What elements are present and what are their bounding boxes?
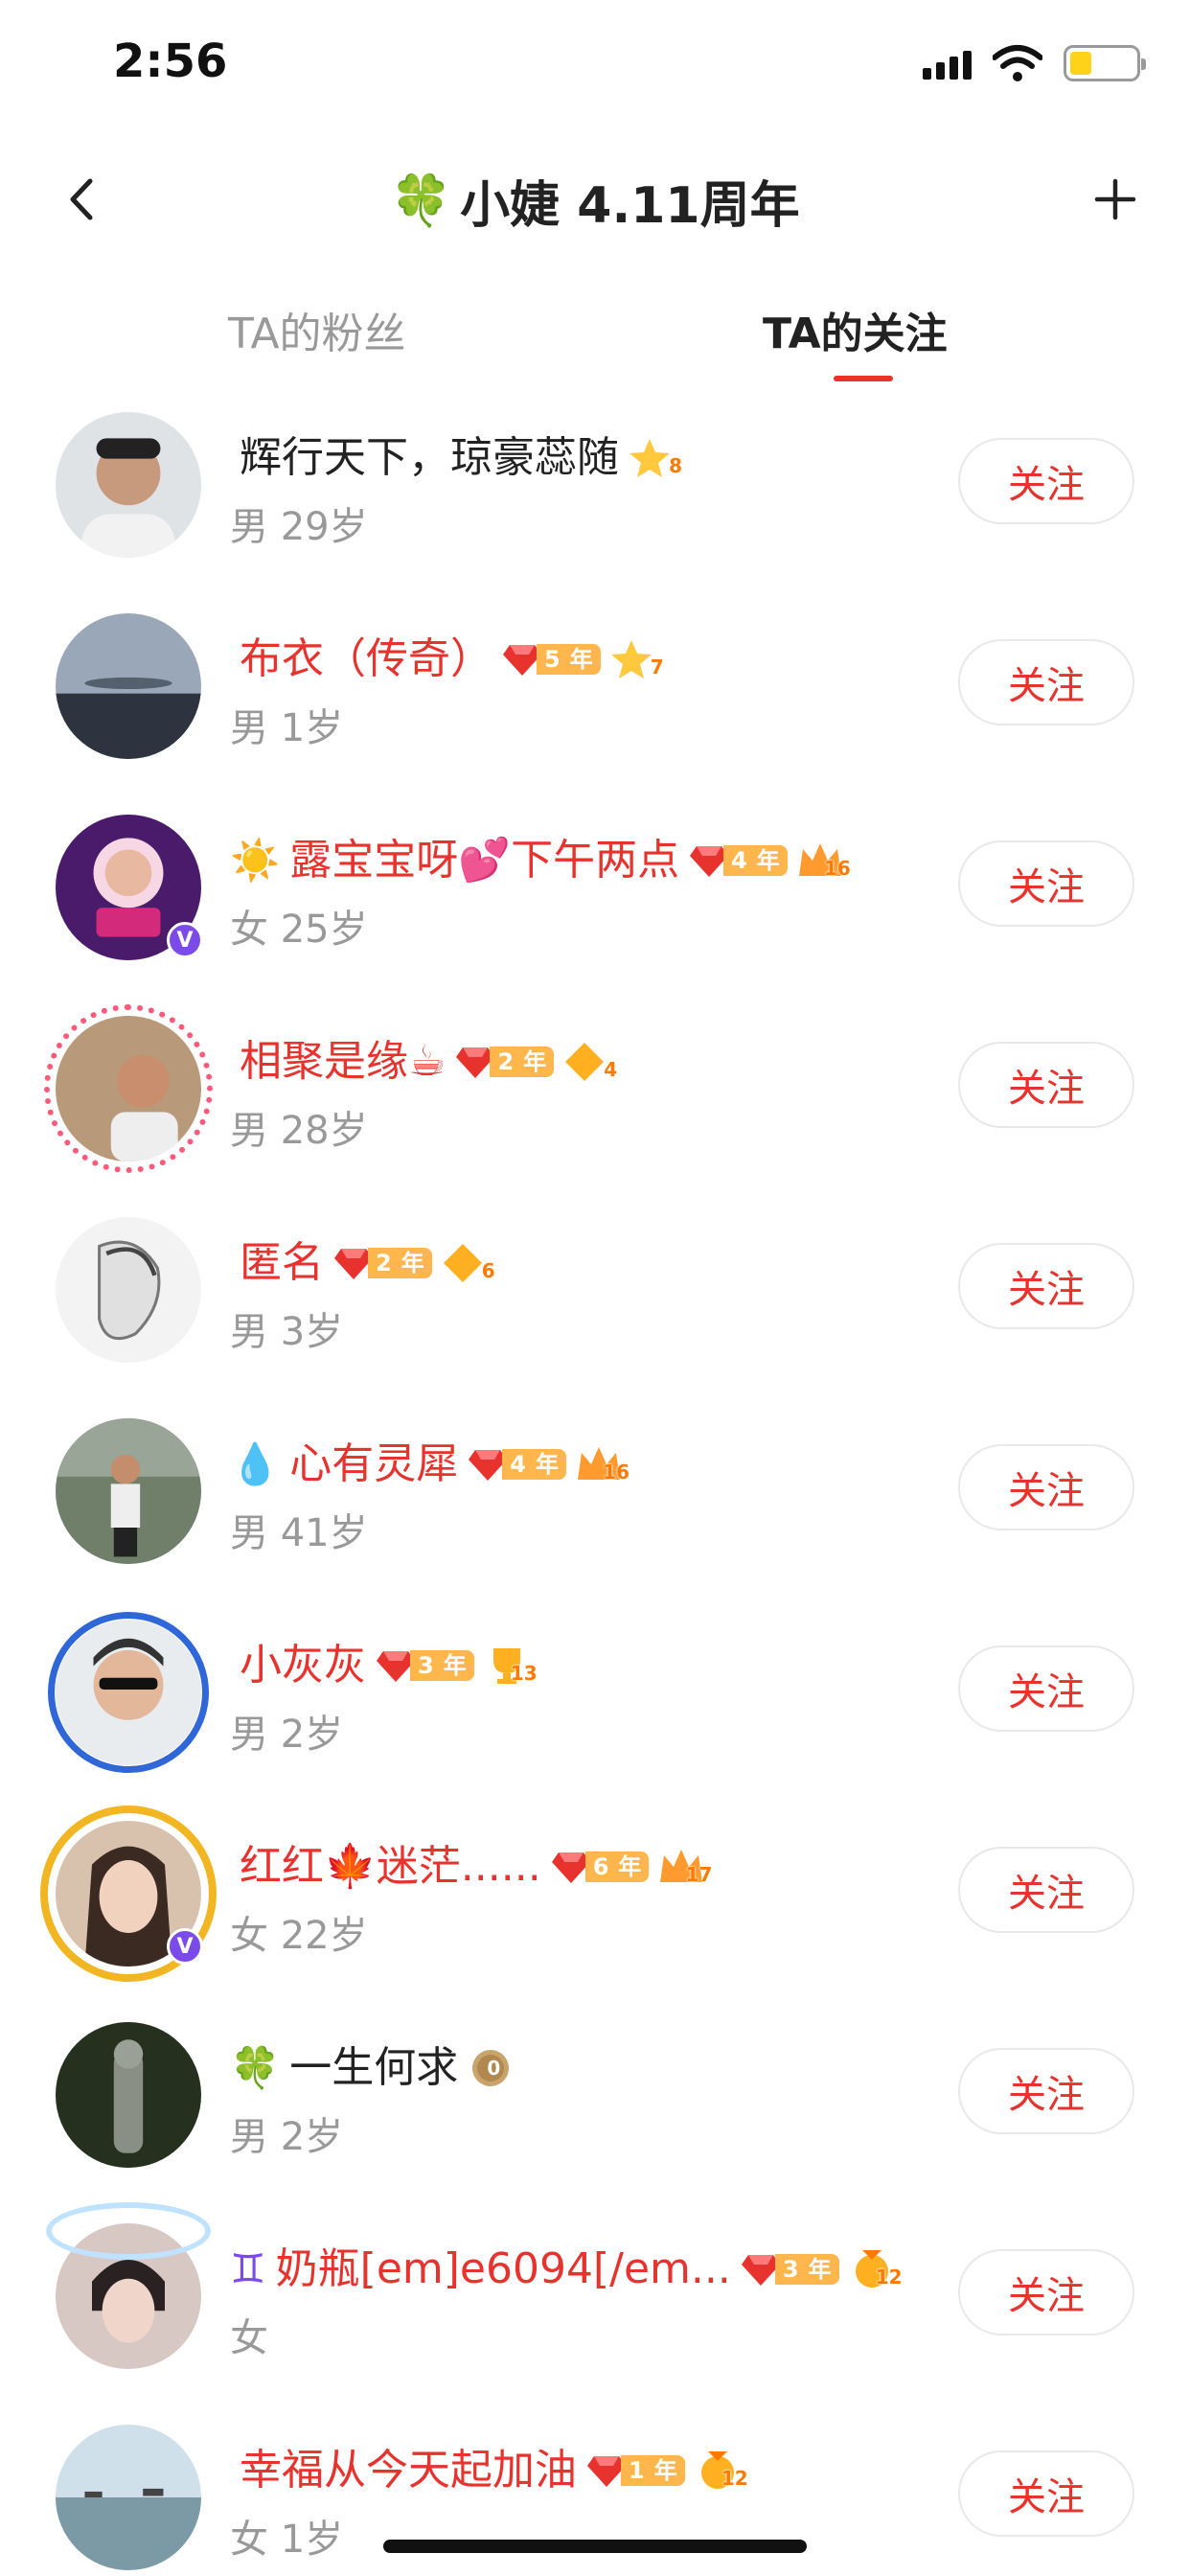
name-prefix-emoji: 🍀	[230, 2044, 281, 2091]
star-level-badge-icon: 7	[610, 638, 664, 680]
avatar[interactable]	[56, 613, 201, 759]
verified-v-icon: V	[167, 1928, 203, 1965]
avatar[interactable]	[56, 412, 201, 558]
page-title: 🍀 小婕 4.11周年	[0, 165, 1190, 237]
gender-age: 女	[230, 2316, 268, 2360]
status-time: 2:56	[113, 34, 228, 88]
tab-fans[interactable]: TA的粉丝	[228, 299, 406, 360]
user-name: 小灰灰	[240, 1641, 366, 1690]
years-gem-badge-icon: 2年	[333, 1245, 432, 1281]
tab-bar: TA的粉丝 TA的关注	[0, 288, 1190, 393]
user-name: 露宝宝呀💕下午两点	[289, 836, 680, 885]
crown-level-badge-icon: 17	[658, 1846, 712, 1888]
star-level-badge-icon: 8	[629, 437, 682, 479]
user-name: 匿名	[240, 1238, 324, 1287]
nav-bar: 🍀 小婕 4.11周年	[0, 144, 1190, 254]
diamond-level-badge-icon: 6	[442, 1242, 495, 1284]
follow-button[interactable]: 关注	[958, 2450, 1134, 2537]
user-name: 红红🍁迷茫......	[240, 1842, 541, 1891]
years-gem-badge-icon: 4年	[468, 1446, 566, 1483]
follow-button[interactable]: 关注	[958, 840, 1134, 927]
tab-following[interactable]: TA的关注	[763, 299, 948, 360]
avatar[interactable]	[56, 2425, 201, 2570]
medal-level-badge-icon: 12	[849, 2248, 903, 2290]
gender-age: 女 25岁	[230, 908, 368, 952]
gender-age: 男 3岁	[230, 1310, 344, 1354]
gender-age: 男 29岁	[230, 505, 368, 549]
user-name: 奶瓶[em]e6094[/em...	[275, 2244, 731, 2293]
avatar[interactable]	[46, 2202, 211, 2369]
coin-level-badge-icon: 0	[468, 2047, 521, 2089]
avatar[interactable]	[56, 1217, 201, 1363]
verified-v-icon: V	[167, 922, 203, 958]
avatar[interactable]	[56, 1418, 201, 1564]
follow-button[interactable]: 关注	[958, 1243, 1134, 1329]
list-item[interactable]: ♊ 奶瓶[em]e6094[/em... 3年 12 女 关注	[0, 2202, 1190, 2420]
list-item[interactable]: 辉行天下，琼豪蕊随 8 男 29岁 关注	[0, 407, 1190, 609]
gender-age: 男 41岁	[230, 1511, 368, 1555]
crown-level-badge-icon: 16	[576, 1443, 629, 1485]
status-bar: 2:56	[0, 0, 1190, 125]
follow-button[interactable]: 关注	[958, 2048, 1134, 2134]
user-name: 辉行天下，琼豪蕊随	[240, 433, 619, 482]
follow-button[interactable]: 关注	[958, 1444, 1134, 1530]
list-item[interactable]: 💧 心有灵犀 4年 16 男 41岁 关注	[0, 1414, 1190, 1615]
years-gem-badge-icon: 4年	[689, 842, 788, 879]
plus-icon	[1094, 178, 1136, 220]
battery-icon	[1064, 45, 1146, 81]
list-item[interactable]: V 红红🍁迷茫...... 6年 17 女 22岁 关注	[0, 1806, 1190, 2017]
gender-age: 女 22岁	[230, 1914, 368, 1958]
years-gem-badge-icon: 3年	[376, 1647, 474, 1684]
years-gem-badge-icon: 1年	[586, 2452, 685, 2489]
list-item[interactable]: 布衣（传奇） 5年 7 男 1岁 关注	[0, 609, 1190, 810]
crown-level-badge-icon: 16	[797, 840, 851, 882]
follow-button[interactable]: 关注	[958, 438, 1134, 524]
user-name: 布衣（传奇）	[240, 634, 492, 683]
follow-button[interactable]: 关注	[958, 1847, 1134, 1933]
following-list: 辉行天下，琼豪蕊随 8 男 29岁 关注 布衣（传奇） 5年 7 男 1岁 关注…	[0, 407, 1190, 2576]
medal-level-badge-icon: 12	[695, 2450, 748, 2492]
years-gem-badge-icon: 6年	[551, 1849, 650, 1885]
avatar[interactable]	[56, 2022, 201, 2168]
gender-age: 男 2岁	[230, 1713, 344, 1757]
diamond-level-badge-icon: 4	[563, 1041, 617, 1083]
gender-age: 女 1岁	[230, 2518, 344, 2562]
list-item[interactable]: 匿名 2年 6 男 3岁 关注	[0, 1212, 1190, 1414]
years-gem-badge-icon: 5年	[502, 641, 601, 678]
follow-button[interactable]: 关注	[958, 1042, 1134, 1128]
name-prefix-emoji: 💧	[230, 1440, 281, 1487]
user-name: 心有灵犀	[289, 1439, 459, 1488]
user-name: 幸福从今天起加油	[240, 2446, 577, 2495]
list-item[interactable]: 🍀 一生何求 0 男 2岁 关注	[0, 2017, 1190, 2219]
name-prefix-emoji: ♊	[230, 2245, 266, 2292]
signal-icon	[923, 47, 972, 80]
follow-button[interactable]: 关注	[958, 639, 1134, 725]
follow-button[interactable]: 关注	[958, 2249, 1134, 2335]
gender-age: 男 28岁	[230, 1109, 368, 1153]
wifi-icon	[993, 45, 1042, 81]
avatar[interactable]: V	[40, 1806, 217, 1982]
user-name: 一生何求	[289, 2043, 459, 2092]
avatar[interactable]	[48, 1612, 209, 1773]
trophy-level-badge-icon: 13	[484, 1644, 538, 1687]
years-gem-badge-icon: 2年	[455, 1044, 555, 1080]
follow-button[interactable]: 关注	[958, 1645, 1134, 1732]
avatar[interactable]	[44, 1004, 213, 1173]
list-item[interactable]: 相聚是缘☕ 2年 4 男 28岁 关注	[0, 1004, 1190, 1212]
tab-active-indicator	[834, 376, 893, 381]
years-gem-badge-icon: 3年	[741, 2251, 839, 2288]
gender-age: 男 2岁	[230, 2115, 344, 2159]
list-item[interactable]: V ☀️ 露宝宝呀💕下午两点 4年 16 女 25岁 关注	[0, 810, 1190, 1011]
clover-icon: 🍀	[390, 172, 453, 230]
home-indicator	[383, 2540, 807, 2553]
name-prefix-emoji: ☀️	[230, 837, 281, 884]
page-title-text: 小婕 4.11周年	[460, 177, 800, 235]
gender-age: 男 1岁	[230, 706, 344, 750]
user-name: 相聚是缘☕	[240, 1037, 446, 1086]
status-icons	[923, 44, 1146, 82]
avatar[interactable]: V	[56, 815, 203, 960]
list-item[interactable]: 小灰灰 3年 13 男 2岁 关注	[0, 1612, 1190, 1816]
add-button[interactable]	[1084, 168, 1147, 231]
